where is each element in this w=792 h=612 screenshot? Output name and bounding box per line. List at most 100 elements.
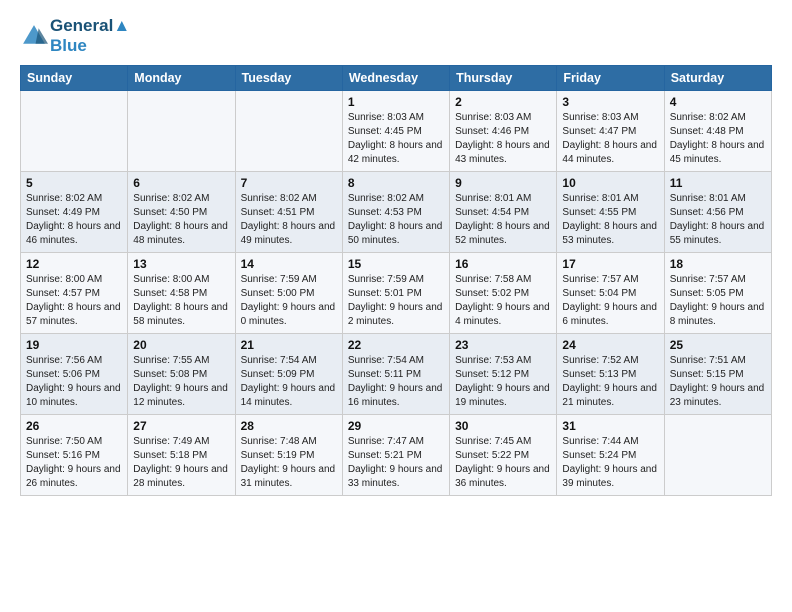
day-number: 2	[455, 95, 551, 109]
day-info: Sunrise: 7:45 AM Sunset: 5:22 PM Dayligh…	[455, 435, 551, 491]
day-info: Sunrise: 8:03 AM Sunset: 4:47 PM Dayligh…	[562, 111, 658, 167]
day-number: 3	[562, 95, 658, 109]
day-number: 20	[133, 338, 229, 352]
logo: General▲ Blue	[20, 16, 130, 55]
week-row-3: 19 Sunrise: 7:56 AM Sunset: 5:06 PM Dayli…	[21, 334, 772, 415]
week-row-0: 1 Sunrise: 8:03 AM Sunset: 4:45 PM Daylig…	[21, 91, 772, 172]
calendar-cell: 17 Sunrise: 7:57 AM Sunset: 5:04 PM Dayli…	[557, 253, 664, 334]
week-row-2: 12 Sunrise: 8:00 AM Sunset: 4:57 PM Dayli…	[21, 253, 772, 334]
day-number: 4	[670, 95, 766, 109]
day-number: 23	[455, 338, 551, 352]
calendar-cell	[128, 91, 235, 172]
day-info: Sunrise: 7:54 AM Sunset: 5:11 PM Dayligh…	[348, 354, 444, 410]
calendar-cell	[21, 91, 128, 172]
day-number: 9	[455, 176, 551, 190]
calendar-cell: 27 Sunrise: 7:49 AM Sunset: 5:18 PM Dayli…	[128, 415, 235, 496]
day-info: Sunrise: 7:49 AM Sunset: 5:18 PM Dayligh…	[133, 435, 229, 491]
calendar-cell	[664, 415, 771, 496]
day-info: Sunrise: 7:56 AM Sunset: 5:06 PM Dayligh…	[26, 354, 122, 410]
calendar-cell: 8 Sunrise: 8:02 AM Sunset: 4:53 PM Daylig…	[342, 172, 449, 253]
day-info: Sunrise: 8:02 AM Sunset: 4:53 PM Dayligh…	[348, 192, 444, 248]
calendar-cell: 23 Sunrise: 7:53 AM Sunset: 5:12 PM Dayli…	[450, 334, 557, 415]
day-number: 6	[133, 176, 229, 190]
weekday-wednesday: Wednesday	[342, 66, 449, 91]
day-number: 19	[26, 338, 122, 352]
page: General▲ Blue SundayMondayTuesdayWednesd…	[0, 0, 792, 612]
day-info: Sunrise: 7:52 AM Sunset: 5:13 PM Dayligh…	[562, 354, 658, 410]
calendar-cell: 6 Sunrise: 8:02 AM Sunset: 4:50 PM Daylig…	[128, 172, 235, 253]
calendar-cell: 26Sunrise: 7:50 AM Sunset: 5:16 PM Dayli…	[21, 415, 128, 496]
day-info: Sunrise: 7:50 AM Sunset: 5:16 PM Dayligh…	[26, 435, 122, 491]
weekday-tuesday: Tuesday	[235, 66, 342, 91]
calendar-cell: 19 Sunrise: 7:56 AM Sunset: 5:06 PM Dayli…	[21, 334, 128, 415]
day-number: 31	[562, 419, 658, 433]
weekday-saturday: Saturday	[664, 66, 771, 91]
calendar-cell: 7Sunrise: 8:02 AM Sunset: 4:51 PM Daylig…	[235, 172, 342, 253]
day-number: 1	[348, 95, 444, 109]
day-info: Sunrise: 8:01 AM Sunset: 4:56 PM Dayligh…	[670, 192, 766, 248]
weekday-thursday: Thursday	[450, 66, 557, 91]
day-info: Sunrise: 7:48 AM Sunset: 5:19 PM Dayligh…	[241, 435, 337, 491]
calendar-cell: 5 Sunrise: 8:02 AM Sunset: 4:49 PM Daylig…	[21, 172, 128, 253]
logo-icon	[20, 22, 48, 50]
week-row-4: 26Sunrise: 7:50 AM Sunset: 5:16 PM Dayli…	[21, 415, 772, 496]
calendar-cell: 24 Sunrise: 7:52 AM Sunset: 5:13 PM Dayli…	[557, 334, 664, 415]
calendar-cell: 25 Sunrise: 7:51 AM Sunset: 5:15 PM Dayli…	[664, 334, 771, 415]
header: General▲ Blue	[20, 16, 772, 55]
day-number: 5	[26, 176, 122, 190]
day-info: Sunrise: 8:02 AM Sunset: 4:50 PM Dayligh…	[133, 192, 229, 248]
calendar-cell: 11 Sunrise: 8:01 AM Sunset: 4:56 PM Dayli…	[664, 172, 771, 253]
calendar-cell: 9Sunrise: 8:01 AM Sunset: 4:54 PM Daylig…	[450, 172, 557, 253]
day-info: Sunrise: 8:03 AM Sunset: 4:46 PM Dayligh…	[455, 111, 551, 167]
calendar-cell: 29 Sunrise: 7:47 AM Sunset: 5:21 PM Dayli…	[342, 415, 449, 496]
calendar-cell: 15 Sunrise: 7:59 AM Sunset: 5:01 PM Dayli…	[342, 253, 449, 334]
day-info: Sunrise: 7:51 AM Sunset: 5:15 PM Dayligh…	[670, 354, 766, 410]
weekday-monday: Monday	[128, 66, 235, 91]
day-number: 24	[562, 338, 658, 352]
day-info: Sunrise: 8:00 AM Sunset: 4:57 PM Dayligh…	[26, 273, 122, 329]
weekday-header-row: SundayMondayTuesdayWednesdayThursdayFrid…	[21, 66, 772, 91]
day-info: Sunrise: 7:57 AM Sunset: 5:05 PM Dayligh…	[670, 273, 766, 329]
day-info: Sunrise: 7:59 AM Sunset: 5:01 PM Dayligh…	[348, 273, 444, 329]
calendar-cell: 2 Sunrise: 8:03 AM Sunset: 4:46 PM Daylig…	[450, 91, 557, 172]
day-number: 15	[348, 257, 444, 271]
calendar-cell: 16Sunrise: 7:58 AM Sunset: 5:02 PM Dayli…	[450, 253, 557, 334]
day-number: 8	[348, 176, 444, 190]
day-info: Sunrise: 8:02 AM Sunset: 4:49 PM Dayligh…	[26, 192, 122, 248]
day-number: 21	[241, 338, 337, 352]
day-info: Sunrise: 7:44 AM Sunset: 5:24 PM Dayligh…	[562, 435, 658, 491]
day-number: 18	[670, 257, 766, 271]
day-number: 11	[670, 176, 766, 190]
day-number: 17	[562, 257, 658, 271]
day-number: 13	[133, 257, 229, 271]
calendar-cell	[235, 91, 342, 172]
day-number: 28	[241, 419, 337, 433]
calendar-cell: 12 Sunrise: 8:00 AM Sunset: 4:57 PM Dayli…	[21, 253, 128, 334]
calendar-cell: 13 Sunrise: 8:00 AM Sunset: 4:58 PM Dayli…	[128, 253, 235, 334]
day-info: Sunrise: 7:57 AM Sunset: 5:04 PM Dayligh…	[562, 273, 658, 329]
day-info: Sunrise: 7:59 AM Sunset: 5:00 PM Dayligh…	[241, 273, 337, 329]
calendar-cell: 22 Sunrise: 7:54 AM Sunset: 5:11 PM Dayli…	[342, 334, 449, 415]
day-number: 29	[348, 419, 444, 433]
weekday-friday: Friday	[557, 66, 664, 91]
calendar-cell: 30Sunrise: 7:45 AM Sunset: 5:22 PM Dayli…	[450, 415, 557, 496]
calendar-cell: 31 Sunrise: 7:44 AM Sunset: 5:24 PM Dayli…	[557, 415, 664, 496]
weekday-sunday: Sunday	[21, 66, 128, 91]
day-number: 12	[26, 257, 122, 271]
day-info: Sunrise: 8:02 AM Sunset: 4:48 PM Dayligh…	[670, 111, 766, 167]
day-number: 22	[348, 338, 444, 352]
day-info: Sunrise: 8:00 AM Sunset: 4:58 PM Dayligh…	[133, 273, 229, 329]
day-number: 27	[133, 419, 229, 433]
day-info: Sunrise: 8:03 AM Sunset: 4:45 PM Dayligh…	[348, 111, 444, 167]
calendar-cell: 1 Sunrise: 8:03 AM Sunset: 4:45 PM Daylig…	[342, 91, 449, 172]
week-row-1: 5 Sunrise: 8:02 AM Sunset: 4:49 PM Daylig…	[21, 172, 772, 253]
calendar-cell: 21Sunrise: 7:54 AM Sunset: 5:09 PM Dayli…	[235, 334, 342, 415]
calendar: SundayMondayTuesdayWednesdayThursdayFrid…	[20, 65, 772, 496]
calendar-cell: 18 Sunrise: 7:57 AM Sunset: 5:05 PM Dayli…	[664, 253, 771, 334]
calendar-cell: 28 Sunrise: 7:48 AM Sunset: 5:19 PM Dayli…	[235, 415, 342, 496]
day-info: Sunrise: 7:55 AM Sunset: 5:08 PM Dayligh…	[133, 354, 229, 410]
day-info: Sunrise: 7:53 AM Sunset: 5:12 PM Dayligh…	[455, 354, 551, 410]
day-number: 25	[670, 338, 766, 352]
calendar-cell: 20 Sunrise: 7:55 AM Sunset: 5:08 PM Dayli…	[128, 334, 235, 415]
day-info: Sunrise: 7:47 AM Sunset: 5:21 PM Dayligh…	[348, 435, 444, 491]
